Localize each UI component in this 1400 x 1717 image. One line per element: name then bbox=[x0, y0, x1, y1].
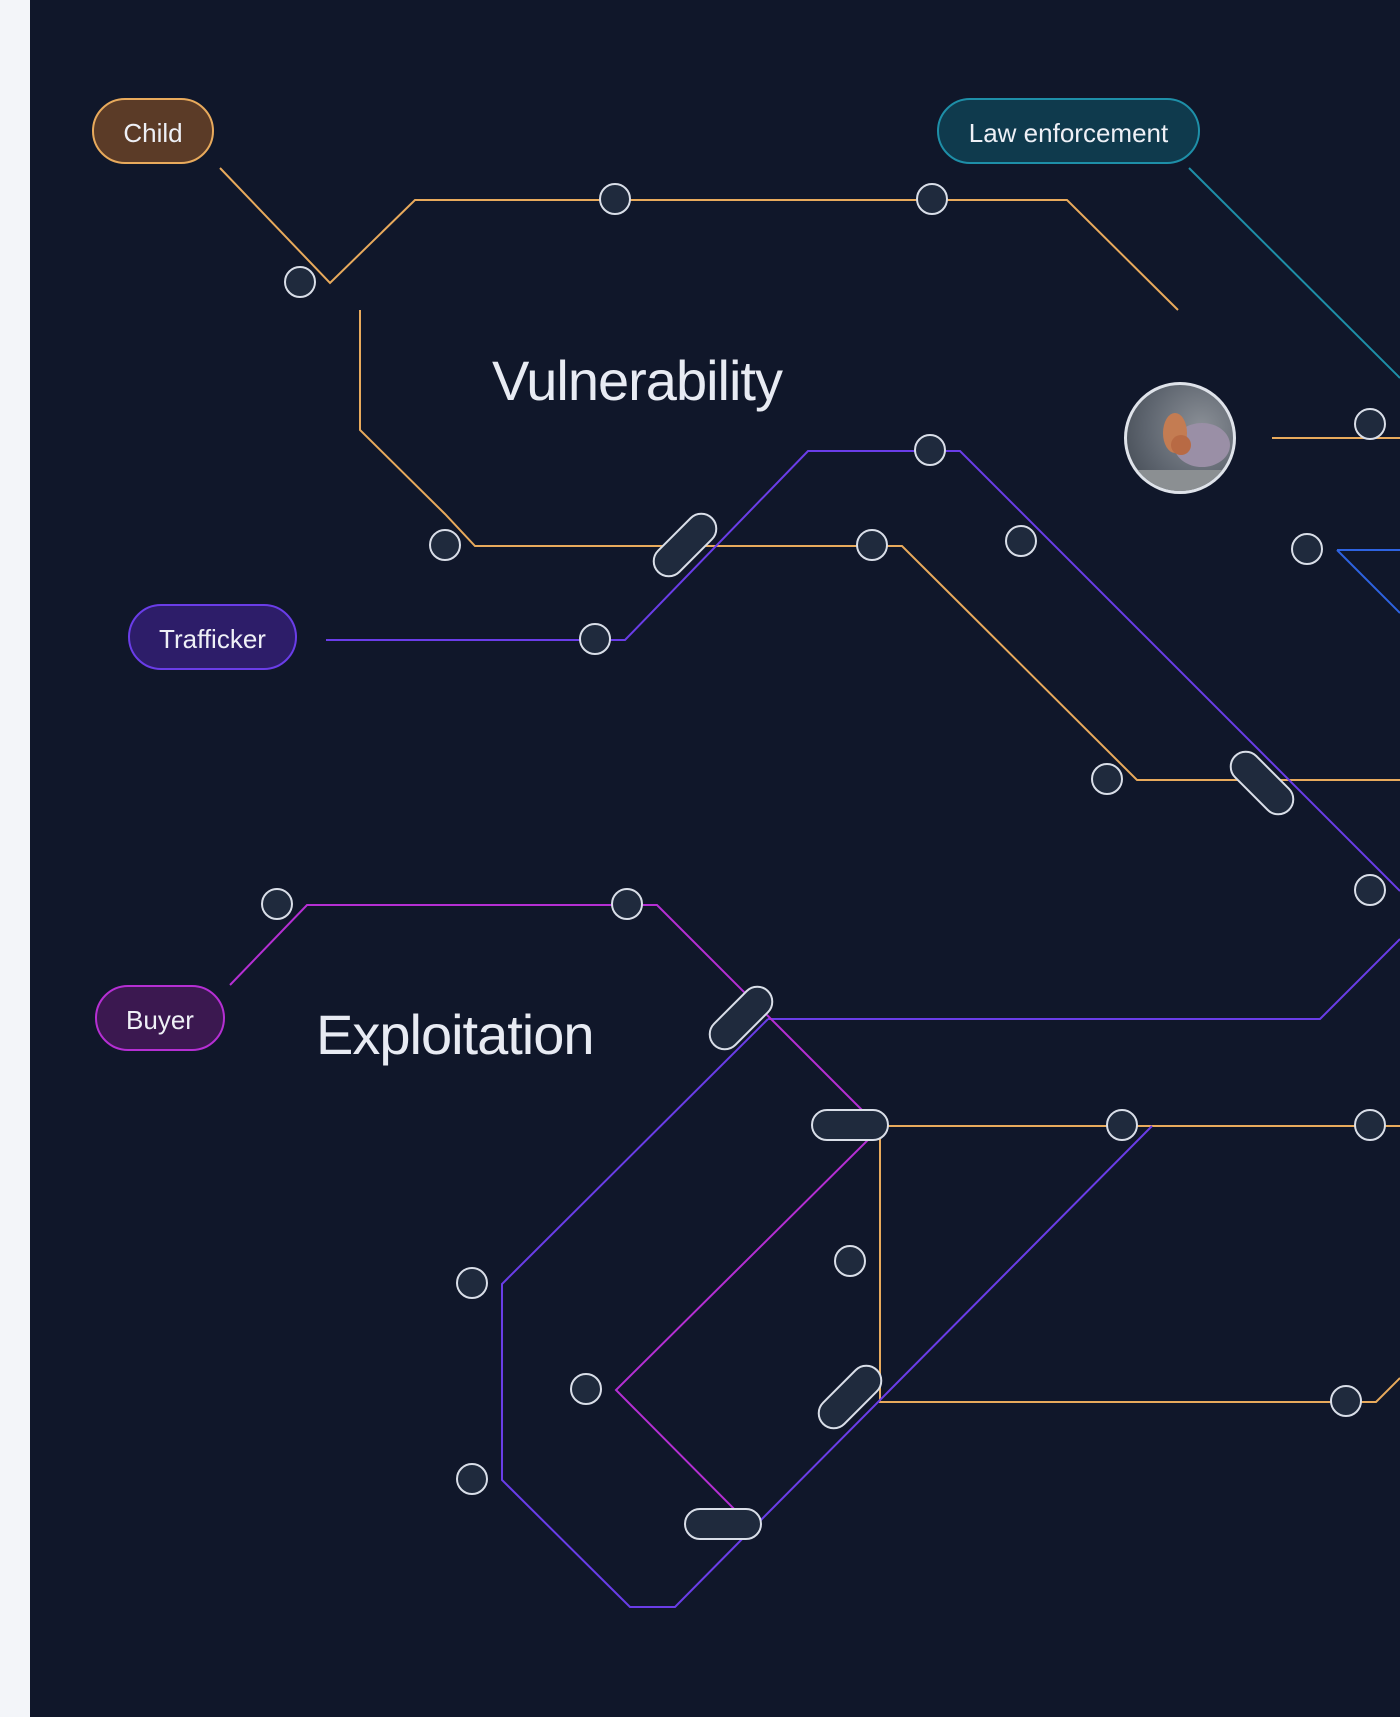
label-law-enforcement[interactable]: Law enforcement bbox=[937, 98, 1200, 164]
region-exploitation: Exploitation bbox=[316, 1003, 595, 1066]
station-node[interactable] bbox=[599, 183, 631, 215]
station-node[interactable] bbox=[916, 183, 948, 215]
station-node[interactable] bbox=[1354, 1109, 1386, 1141]
station-node[interactable] bbox=[1106, 1109, 1138, 1141]
buyer-line bbox=[229, 904, 882, 1529]
label-buyer[interactable]: Buyer bbox=[95, 985, 225, 1051]
station-node[interactable] bbox=[261, 888, 293, 920]
station-node[interactable] bbox=[456, 1463, 488, 1495]
station-node[interactable] bbox=[1354, 408, 1386, 440]
region-vulnerability: Vulnerability bbox=[492, 349, 783, 412]
station-node[interactable] bbox=[429, 529, 461, 561]
network-map bbox=[219, 167, 1400, 1608]
diagram-canvas: Child Law enforcement Trafficker Buyer V… bbox=[30, 0, 1400, 1717]
station-node[interactable] bbox=[914, 434, 946, 466]
interchange-node[interactable] bbox=[704, 981, 779, 1056]
station-node[interactable] bbox=[579, 623, 611, 655]
trafficker-line-loop bbox=[501, 1018, 1153, 1608]
station-node[interactable] bbox=[856, 529, 888, 561]
label-child[interactable]: Child bbox=[92, 98, 214, 164]
interchange-node[interactable] bbox=[684, 1508, 762, 1540]
station-node[interactable] bbox=[456, 1267, 488, 1299]
interchange-node[interactable] bbox=[811, 1109, 889, 1141]
station-node[interactable] bbox=[611, 888, 643, 920]
interchange-node[interactable] bbox=[813, 1360, 888, 1435]
station-node[interactable] bbox=[284, 266, 316, 298]
blue-line bbox=[1336, 549, 1400, 614]
station-node[interactable] bbox=[1354, 874, 1386, 906]
child-line-main bbox=[219, 167, 1179, 311]
station-node[interactable] bbox=[1291, 533, 1323, 565]
law-enforcement-line bbox=[1188, 167, 1400, 379]
interchange-node[interactable] bbox=[1225, 746, 1300, 821]
station-node[interactable] bbox=[1091, 763, 1123, 795]
child-line-vertical bbox=[879, 1126, 1400, 1403]
station-node[interactable] bbox=[834, 1245, 866, 1277]
trafficker-line-cross bbox=[768, 938, 1400, 1020]
station-node[interactable] bbox=[1330, 1385, 1362, 1417]
station-node[interactable] bbox=[1005, 525, 1037, 557]
label-trafficker[interactable]: Trafficker bbox=[128, 604, 297, 670]
trafficker-line-top bbox=[326, 450, 1400, 892]
station-node[interactable] bbox=[570, 1373, 602, 1405]
hands-photo bbox=[1124, 382, 1236, 494]
